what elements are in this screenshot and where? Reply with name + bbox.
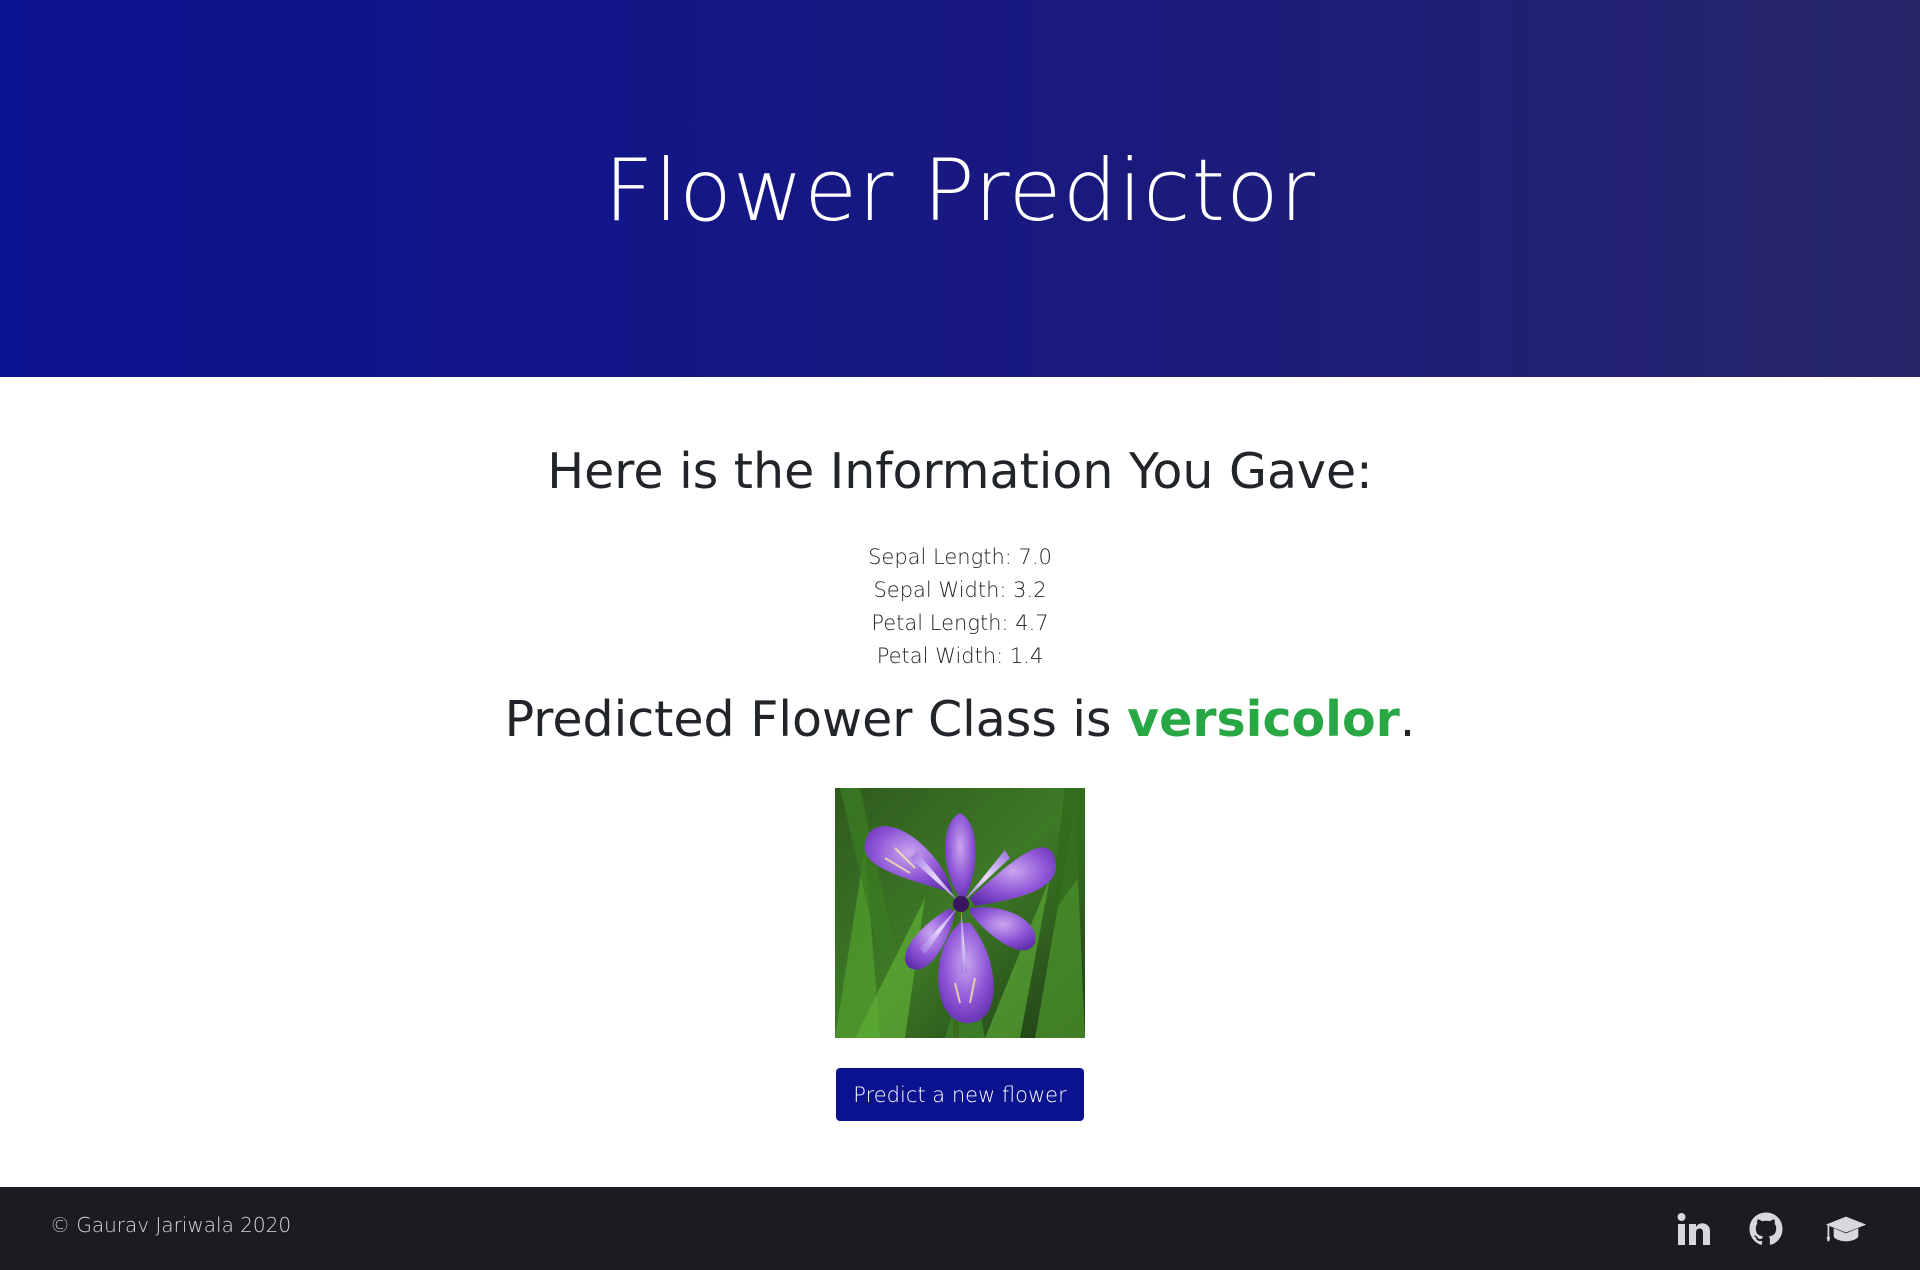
petal-width-value: Petal Width: 1.4 — [876, 644, 1044, 668]
predict-new-flower-button[interactable]: Predict a new flower — [836, 1068, 1084, 1121]
footer: © Gaurav Jariwala 2020 — [0, 1187, 1920, 1270]
github-link[interactable] — [1744, 1207, 1788, 1251]
sepal-width-value: Sepal Width: 3.2 — [873, 578, 1047, 602]
sepal-length-value: Sepal Length: 7.0 — [868, 545, 1052, 569]
scholar-link[interactable] — [1824, 1207, 1868, 1251]
prediction-result: Predicted Flower Class is versicolor. — [0, 691, 1920, 748]
github-icon — [1749, 1212, 1783, 1245]
graduation-cap-icon — [1825, 1216, 1867, 1242]
prediction-prefix: Predicted Flower Class is — [504, 691, 1128, 748]
linkedin-link[interactable] — [1672, 1207, 1716, 1251]
petal-length-value: Petal Length: 4.7 — [871, 611, 1049, 635]
flower-image — [835, 788, 1085, 1038]
main-content: Here is the Information You Gave: Sepal … — [0, 377, 1920, 1187]
page-title: Flower Predictor — [603, 140, 1317, 241]
linkedin-icon — [1677, 1213, 1710, 1245]
measurement-list: Sepal Length: 7.0 Sepal Width: 3.2 Petal… — [0, 541, 1920, 673]
predicted-class: versicolor — [1127, 691, 1400, 748]
prediction-suffix: . — [1399, 691, 1416, 748]
hero-banner: Flower Predictor — [0, 0, 1920, 377]
iris-flower-photo — [835, 788, 1085, 1038]
info-heading: Here is the Information You Gave: — [547, 443, 1373, 500]
copyright-text: © Gaurav Jariwala 2020 — [50, 1213, 292, 1237]
